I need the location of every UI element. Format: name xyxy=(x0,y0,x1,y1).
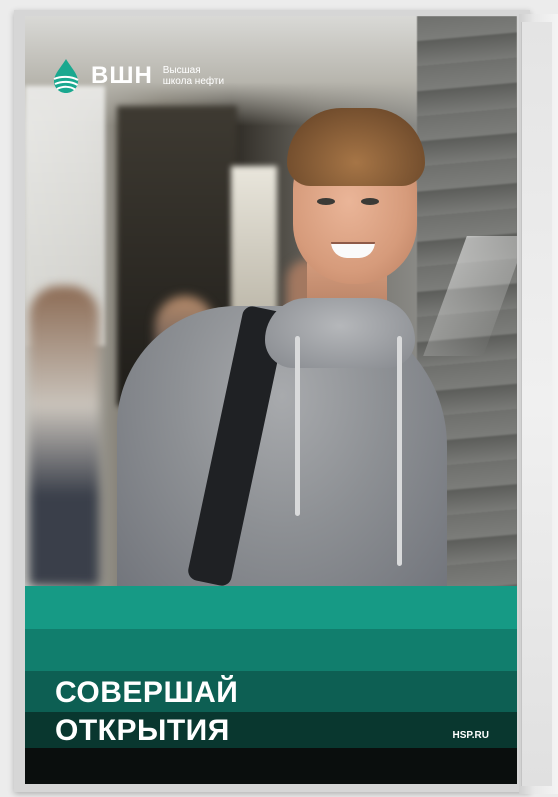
headline: СОВЕРШАЙ ОТКРЫТИЯ xyxy=(55,674,238,750)
student-photo xyxy=(25,16,517,586)
headline-line1: СОВЕРШАЙ xyxy=(55,676,239,709)
frame-edge xyxy=(519,14,558,794)
poster: ВШН Высшая школа нефти СОВЕРШАЙ ОТКРЫТИЯ… xyxy=(25,16,517,784)
logo-abbr: ВШН xyxy=(91,62,153,89)
teal-band-2 xyxy=(25,629,517,671)
logo-name: Высшая школа нефти xyxy=(163,65,224,87)
website-url: HSP.RU xyxy=(452,730,490,741)
headline-line2: ОТКРЫТИЯ xyxy=(55,714,230,747)
dark-band xyxy=(25,748,517,784)
logo-line2: школа нефти xyxy=(162,76,225,87)
logo-line1: Высшая xyxy=(162,65,201,76)
oil-drop-icon xyxy=(53,59,79,93)
hsp-logo: ВШН Высшая школа нефти xyxy=(51,58,224,94)
teal-band-1 xyxy=(25,586,517,629)
